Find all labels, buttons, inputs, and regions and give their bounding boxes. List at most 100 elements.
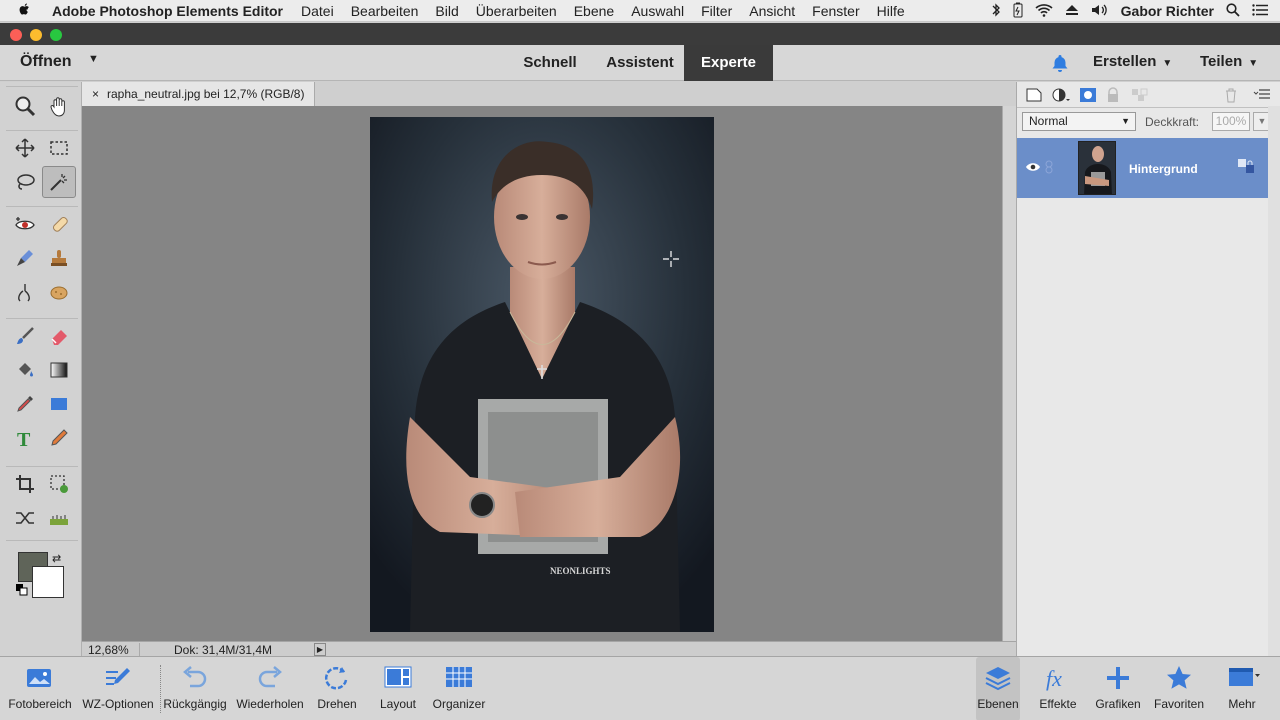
redo-label: Wiederholen <box>236 697 304 711</box>
crop-tool-icon[interactable] <box>8 468 42 500</box>
lock-all-icon[interactable] <box>1105 87 1123 103</box>
content-aware-move-tool-icon[interactable] <box>8 502 42 534</box>
panel-menu-icon[interactable] <box>1253 87 1271 103</box>
close-tab-icon[interactable]: × <box>92 87 99 101</box>
photo-bin-label: Fotobereich <box>8 697 72 711</box>
effects-button[interactable]: fx Effekte <box>1032 657 1084 720</box>
layout-button[interactable]: Layout <box>370 657 426 720</box>
menu-ueberarbeiten[interactable]: Überarbeiten <box>476 3 557 19</box>
eraser-tool-icon[interactable] <box>42 320 76 352</box>
svg-text:fx: fx <box>1046 666 1062 691</box>
tab-schnell[interactable]: Schnell <box>510 45 590 81</box>
open-button[interactable]: Öffnen <box>20 53 72 71</box>
menu-ebene[interactable]: Ebene <box>574 3 614 19</box>
brush-tool-icon[interactable] <box>8 320 42 352</box>
layer-mask-icon[interactable] <box>1079 87 1097 103</box>
type-tool-icon[interactable]: T <box>8 422 42 454</box>
eyedropper-tool-icon[interactable] <box>8 388 42 420</box>
lasso-tool-icon[interactable] <box>8 166 42 198</box>
adjustment-layer-icon[interactable] <box>1051 87 1070 103</box>
layer-name[interactable]: Hintergrund <box>1129 162 1198 176</box>
blur-tool-icon[interactable] <box>8 276 42 308</box>
pencil-tool-icon[interactable] <box>42 422 76 454</box>
bluetooth-icon[interactable] <box>991 2 1001 20</box>
recompose-tool-icon[interactable] <box>42 468 76 500</box>
eye-icon[interactable] <box>1025 160 1041 174</box>
create-menu-button[interactable]: Erstellen ▼ <box>1093 53 1172 70</box>
eject-icon[interactable] <box>1065 3 1079 19</box>
menu-hilfe[interactable]: Hilfe <box>877 3 905 19</box>
layout-label: Layout <box>379 697 417 711</box>
swap-colors-icon[interactable]: ⇄ <box>52 552 61 565</box>
menu-fenster[interactable]: Fenster <box>812 3 859 19</box>
tool-options-icon <box>103 664 133 692</box>
canvas-vertical-scrollbar[interactable] <box>1002 106 1016 641</box>
favorites-button[interactable]: Favoriten <box>1150 657 1208 720</box>
sponge-tool-icon[interactable] <box>42 276 76 308</box>
wifi-icon[interactable] <box>1035 3 1053 20</box>
menu-bar: Adobe Photoshop Elements Editor Datei Be… <box>0 0 1280 22</box>
menu-auswahl[interactable]: Auswahl <box>631 3 684 19</box>
battery-icon[interactable] <box>1013 2 1023 21</box>
layers-panel-scrollbar[interactable] <box>1268 106 1280 656</box>
paint-bucket-tool-icon[interactable] <box>8 354 42 386</box>
spot-healing-brush-tool-icon[interactable] <box>42 208 76 240</box>
rectangular-marquee-tool-icon[interactable] <box>42 132 76 164</box>
red-eye-removal-tool-icon[interactable] <box>8 208 42 240</box>
lock-transparency-icon[interactable] <box>1131 87 1149 103</box>
tab-experte[interactable]: Experte <box>684 45 773 81</box>
document-tab[interactable]: × rapha_neutral.jpg bei 12,7% (RGB/8) <box>82 82 316 106</box>
gradient-tool-icon[interactable] <box>42 354 76 386</box>
tab-assistent[interactable]: Assistent <box>596 45 684 81</box>
redo-button[interactable]: Wiederholen <box>232 657 308 720</box>
straighten-tool-icon[interactable] <box>42 502 76 534</box>
rotate-button[interactable]: Drehen <box>310 657 364 720</box>
clone-stamp-tool-icon[interactable] <box>42 242 76 274</box>
background-color-swatch[interactable] <box>32 566 64 598</box>
user-name[interactable]: Gabor Richter <box>1121 3 1214 19</box>
zoom-tool-icon[interactable] <box>8 90 42 122</box>
move-tool-icon[interactable] <box>8 132 42 164</box>
more-button[interactable]: Mehr <box>1212 657 1272 720</box>
menu-bild[interactable]: Bild <box>435 3 458 19</box>
zoom-window-button[interactable] <box>50 29 62 41</box>
menu-datei[interactable]: Datei <box>301 3 334 19</box>
blend-mode-select[interactable]: Normal ▼ <box>1022 112 1136 131</box>
delete-layer-icon[interactable] <box>1223 87 1241 103</box>
undo-button[interactable]: Rückgängig <box>160 657 230 720</box>
create-label: Erstellen <box>1093 53 1157 70</box>
background-layer-lock-icon[interactable] <box>1237 158 1255 174</box>
spotlight-search-icon[interactable] <box>1226 2 1240 20</box>
open-dropdown-caret-icon[interactable]: ▼ <box>88 53 99 65</box>
document-image[interactable]: NEONLIGHTS <box>370 117 714 632</box>
layer-row[interactable]: Hintergrund <box>1017 138 1280 198</box>
hand-tool-icon[interactable] <box>42 90 76 122</box>
new-layer-icon[interactable] <box>1025 87 1043 103</box>
notification-center-icon[interactable] <box>1252 3 1268 19</box>
organizer-button[interactable]: Organizer <box>430 657 488 720</box>
close-window-button[interactable] <box>10 29 22 41</box>
status-menu-arrow-icon[interactable]: ▶ <box>314 643 326 656</box>
menu-ansicht[interactable]: Ansicht <box>749 3 795 19</box>
link-icon[interactable] <box>1045 160 1053 174</box>
minimize-window-button[interactable] <box>30 29 42 41</box>
quick-selection-tool-icon[interactable] <box>42 166 76 198</box>
default-colors-icon[interactable] <box>16 584 28 596</box>
volume-icon[interactable] <box>1091 3 1109 20</box>
tool-options-button[interactable]: WZ-Optionen <box>78 657 158 720</box>
bell-icon[interactable] <box>1050 53 1070 73</box>
tool-group-enhance <box>6 206 78 207</box>
opacity-input[interactable]: 100% <box>1212 112 1250 131</box>
graphics-button[interactable]: Grafiken <box>1090 657 1146 720</box>
app-name[interactable]: Adobe Photoshop Elements Editor <box>52 3 283 19</box>
photo-bin-button[interactable]: Fotobereich <box>0 657 80 720</box>
share-menu-button[interactable]: Teilen ▼ <box>1200 53 1258 70</box>
shape-tool-icon[interactable] <box>42 388 76 420</box>
apple-icon[interactable] <box>18 2 34 20</box>
zoom-readout[interactable]: 12,68% <box>88 643 140 657</box>
layers-panel-button[interactable]: Ebenen <box>976 657 1020 720</box>
menu-filter[interactable]: Filter <box>701 3 732 19</box>
bottom-taskbar: Fotobereich WZ-Optionen Rückgängig Wiede… <box>0 656 1280 720</box>
smart-brush-tool-icon[interactable] <box>8 242 42 274</box>
menu-bearbeiten[interactable]: Bearbeiten <box>351 3 419 19</box>
